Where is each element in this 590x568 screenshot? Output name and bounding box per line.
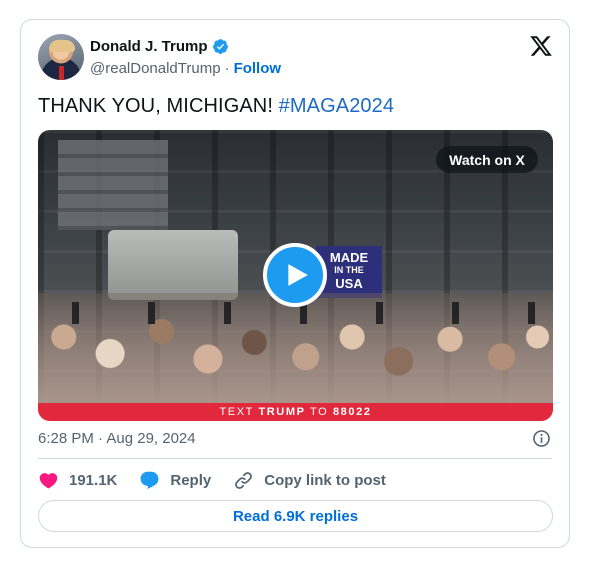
text-bar-prefix: TEXT bbox=[219, 406, 254, 418]
video-scene-phones bbox=[38, 302, 553, 362]
read-replies-button[interactable]: Read 6.9K replies bbox=[38, 500, 553, 532]
watch-on-x-button[interactable]: Watch on X bbox=[436, 146, 538, 173]
like-count: 191.1K bbox=[69, 471, 118, 489]
reply-label: Reply bbox=[170, 471, 212, 489]
heart-icon bbox=[39, 472, 58, 489]
tweet-text: THANK YOU, MICHIGAN! #MAGA2024 bbox=[38, 95, 394, 118]
follow-link[interactable]: Follow bbox=[234, 60, 282, 77]
tweet-embed-card: Donald J. Trump @realDonaldTrump · Follow … bbox=[20, 19, 570, 548]
author-name-row[interactable]: Donald J. Trump bbox=[90, 38, 229, 55]
avatar[interactable] bbox=[38, 34, 84, 80]
text-bar-middle: TO bbox=[310, 406, 329, 418]
author-handle[interactable]: @realDonaldTrump bbox=[90, 60, 221, 77]
like-button[interactable]: 191.1K bbox=[38, 470, 117, 491]
reply-bubble-icon bbox=[140, 471, 159, 489]
divider bbox=[38, 458, 552, 459]
video-scene-wall bbox=[58, 140, 168, 230]
avatar-tie bbox=[59, 66, 64, 80]
verified-badge-icon bbox=[212, 39, 228, 54]
reply-button[interactable]: Reply bbox=[139, 470, 211, 491]
copy-link-button[interactable]: Copy link to post bbox=[233, 470, 386, 491]
text-bar-number: 88022 bbox=[332, 406, 372, 418]
video-scene-machine bbox=[108, 230, 238, 300]
handle-row: @realDonaldTrump · Follow bbox=[90, 60, 281, 77]
tweet-body: THANK YOU, MICHIGAN! bbox=[38, 95, 273, 117]
avatar-hair bbox=[49, 40, 75, 52]
author-name[interactable]: Donald J. Trump bbox=[90, 38, 208, 55]
text-bar-keyword: TRUMP bbox=[258, 406, 306, 418]
text-trump-banner: TEXT TRUMP TO 88022 bbox=[38, 403, 553, 421]
x-logo-icon[interactable] bbox=[529, 34, 553, 58]
action-bar: 191.1K Reply Copy link to post bbox=[38, 470, 408, 490]
banner-line-1: MADE bbox=[329, 250, 369, 265]
link-icon bbox=[235, 471, 253, 489]
play-button[interactable] bbox=[263, 243, 327, 307]
separator-dot: · bbox=[224, 60, 230, 77]
hashtag-link[interactable]: #MAGA2024 bbox=[279, 95, 394, 117]
info-icon[interactable] bbox=[532, 429, 551, 448]
video-player[interactable]: MADE IN THE USA Watch on X TEXT TRUMP TO… bbox=[38, 130, 553, 421]
post-timestamp[interactable]: 6:28 PM · Aug 29, 2024 bbox=[38, 430, 196, 447]
copy-link-label: Copy link to post bbox=[264, 471, 386, 489]
play-icon bbox=[288, 264, 308, 286]
